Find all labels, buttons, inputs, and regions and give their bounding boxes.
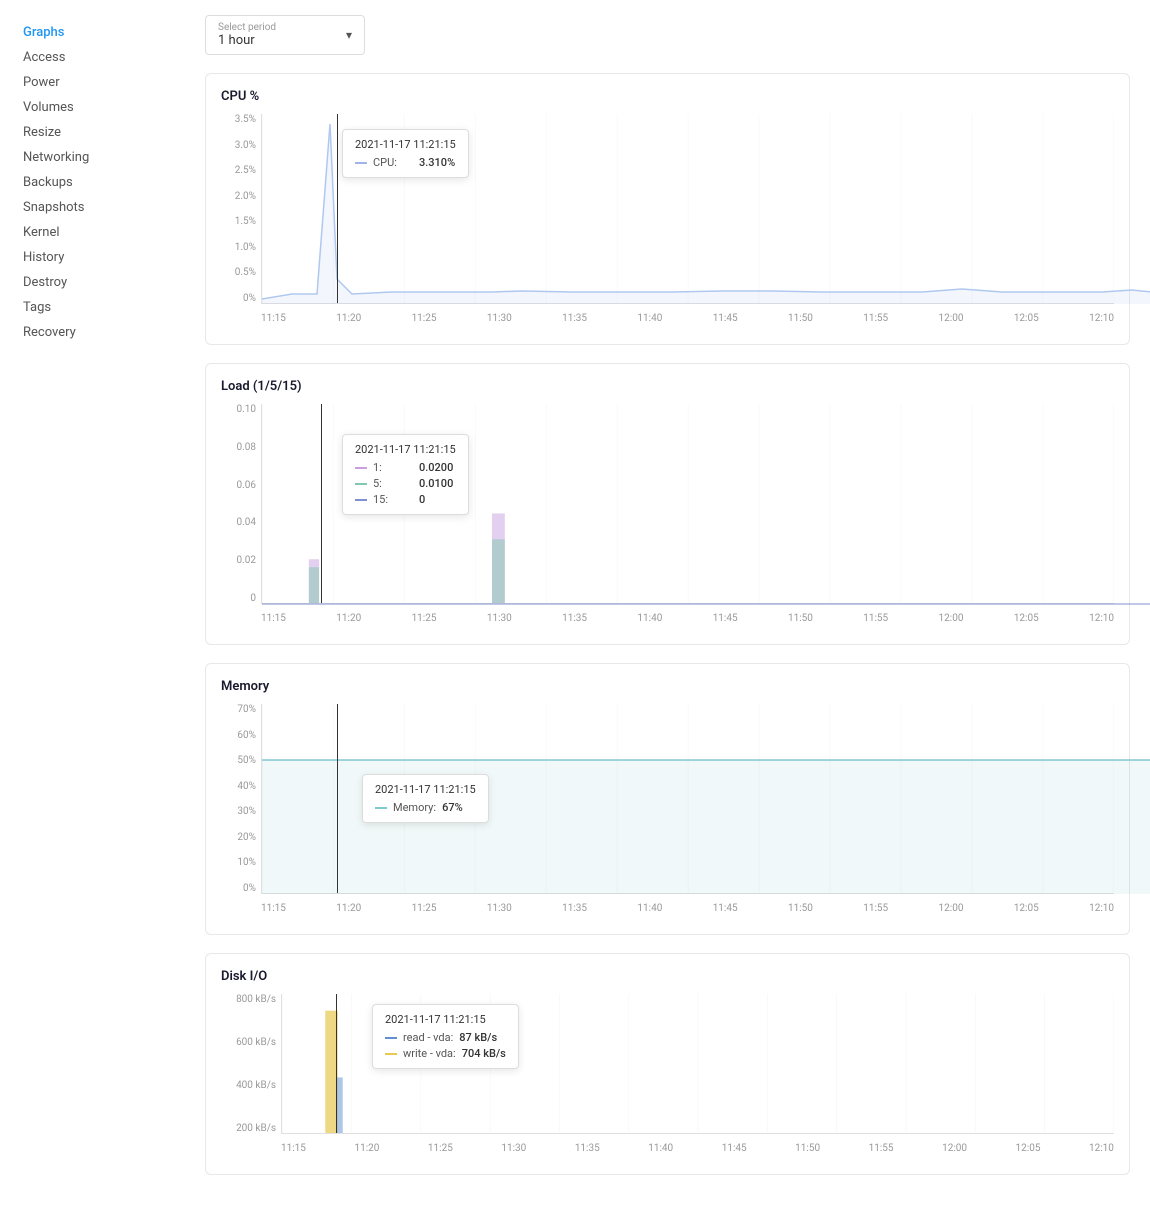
memory-tooltip-value: 67% xyxy=(442,801,463,814)
memory-tooltip: 2021-11-17 11:21:15 Memory: 67% xyxy=(362,774,489,823)
cpu-chart-body: 2021-11-17 11:21:15 CPU: 3.310% xyxy=(261,114,1114,304)
chevron-down-icon: ▾ xyxy=(346,28,352,42)
disk-chart-body: 2021-11-17 11:21:15 read - vda: 87 kB/s … xyxy=(281,994,1114,1134)
disk-chart-title: Disk I/O xyxy=(221,969,1114,984)
sidebar-item-backups[interactable]: Backups xyxy=(15,170,170,195)
memory-chart-card: Memory 70% 60% 50% 40% 30% 20% 10% 0% xyxy=(205,663,1130,935)
period-label: Select period xyxy=(218,22,346,33)
memory-chart-body: 2021-11-17 11:21:15 Memory: 67% xyxy=(261,704,1114,894)
memory-chart-area: 70% 60% 50% 40% 30% 20% 10% 0% xyxy=(221,704,1114,924)
load-x-axis: 11:15 11:20 11:25 11:30 11:35 11:40 11:4… xyxy=(261,609,1114,634)
load-tooltip-time: 2021-11-17 11:21:15 xyxy=(355,443,456,456)
cpu-y-axis: 3.5% 3.0% 2.5% 2.0% 1.5% 1.0% 0.5% 0% xyxy=(221,114,261,304)
disk-tooltip-row-read: read - vda: 87 kB/s xyxy=(385,1031,506,1044)
load-chart-area: 0.10 0.08 0.06 0.04 0.02 0 xyxy=(221,404,1114,634)
sidebar-item-snapshots[interactable]: Snapshots xyxy=(15,195,170,220)
load-tooltip-row-2: 15: 0 xyxy=(355,493,456,506)
memory-tooltip-row-0: Memory: 67% xyxy=(375,801,476,814)
disk-read-dot xyxy=(385,1037,397,1039)
sidebar-item-graphs[interactable]: Graphs xyxy=(15,20,170,45)
load-chart-body: 2021-11-17 11:21:15 1: 0.0200 5: 0.0100 xyxy=(261,404,1114,604)
disk-tooltip-row-write: write - vda: 704 kB/s xyxy=(385,1047,506,1060)
period-selector[interactable]: Select period 1 hour ▾ xyxy=(205,15,365,55)
disk-y-axis: 800 kB/s 600 kB/s 400 kB/s 200 kB/s xyxy=(221,994,281,1134)
memory-y-axis: 70% 60% 50% 40% 30% 20% 10% 0% xyxy=(221,704,261,894)
cpu-vertical-line xyxy=(337,114,338,303)
disk-x-axis: 11:15 11:20 11:25 11:30 11:35 11:40 11:4… xyxy=(281,1139,1114,1164)
cpu-chart-title: CPU % xyxy=(221,89,1114,104)
load-tooltip-row-0: 1: 0.0200 xyxy=(355,461,456,474)
memory-legend-dot xyxy=(375,807,387,809)
sidebar-item-destroy[interactable]: Destroy xyxy=(15,270,170,295)
main-content: Select period 1 hour ▾ CPU % 3.5% 3.0% 2… xyxy=(185,0,1150,1208)
load-chart-title: Load (1/5/15) xyxy=(221,379,1114,394)
cpu-tooltip-value: 3.310% xyxy=(419,156,455,169)
cpu-chart-area: 3.5% 3.0% 2.5% 2.0% 1.5% 1.0% 0.5% 0% xyxy=(221,114,1114,334)
sidebar: GraphsAccessPowerVolumesResizeNetworking… xyxy=(0,0,185,1208)
period-value: 1 hour xyxy=(218,33,255,48)
sidebar-item-networking[interactable]: Networking xyxy=(15,145,170,170)
sidebar-item-power[interactable]: Power xyxy=(15,70,170,95)
memory-chart-title: Memory xyxy=(221,679,1114,694)
load-chart-card: Load (1/5/15) 0.10 0.08 0.06 0.04 0.02 0 xyxy=(205,363,1130,645)
disk-write-value: 704 kB/s xyxy=(462,1047,506,1060)
sidebar-item-volumes[interactable]: Volumes xyxy=(15,95,170,120)
disk-read-value: 87 kB/s xyxy=(459,1031,497,1044)
memory-tooltip-time: 2021-11-17 11:21:15 xyxy=(375,783,476,796)
load-tooltip: 2021-11-17 11:21:15 1: 0.0200 5: 0.0100 xyxy=(342,434,469,515)
disk-write-label: write - vda: xyxy=(403,1047,456,1060)
load-tooltip-label-15: 15: xyxy=(373,493,413,506)
load-tooltip-value-15: 0 xyxy=(419,493,425,506)
cpu-tooltip-label: CPU: xyxy=(373,156,413,169)
cpu-chart-card: CPU % 3.5% 3.0% 2.5% 2.0% 1.5% 1.0% 0.5%… xyxy=(205,73,1130,345)
sidebar-item-access[interactable]: Access xyxy=(15,45,170,70)
sidebar-item-history[interactable]: History xyxy=(15,245,170,270)
load-tooltip-value-1: 0.0200 xyxy=(419,461,453,474)
load-y-axis: 0.10 0.08 0.06 0.04 0.02 0 xyxy=(221,404,261,604)
cpu-tooltip-row-0: CPU: 3.310% xyxy=(355,156,456,169)
load-legend-5-dot xyxy=(355,483,367,485)
load-tooltip-value-5: 0.0100 xyxy=(419,477,453,490)
disk-chart-card: Disk I/O 800 kB/s 600 kB/s 400 kB/s 200 … xyxy=(205,953,1130,1175)
cpu-legend-dot xyxy=(355,162,367,164)
disk-tooltip-time: 2021-11-17 11:21:15 xyxy=(385,1013,506,1026)
sidebar-item-tags[interactable]: Tags xyxy=(15,295,170,320)
load-tooltip-label-5: 5: xyxy=(373,477,413,490)
disk-tooltip: 2021-11-17 11:21:15 read - vda: 87 kB/s … xyxy=(372,1004,519,1069)
memory-vertical-line xyxy=(337,704,338,893)
sidebar-item-resize[interactable]: Resize xyxy=(15,120,170,145)
load-legend-15-dot xyxy=(355,499,367,501)
disk-vertical-line xyxy=(336,994,337,1133)
cpu-x-axis: 11:15 11:20 11:25 11:30 11:35 11:40 11:4… xyxy=(261,309,1114,334)
load-tooltip-row-1: 5: 0.0100 xyxy=(355,477,456,490)
disk-read-label: read - vda: xyxy=(403,1031,453,1044)
memory-tooltip-label: Memory: xyxy=(393,801,436,814)
sidebar-item-kernel[interactable]: Kernel xyxy=(15,220,170,245)
cpu-tooltip: 2021-11-17 11:21:15 CPU: 3.310% xyxy=(342,129,469,178)
load-vertical-line xyxy=(321,404,322,603)
load-tooltip-label-1: 1: xyxy=(373,461,413,474)
memory-x-axis: 11:15 11:20 11:25 11:30 11:35 11:40 11:4… xyxy=(261,899,1114,924)
load-legend-1-dot xyxy=(355,467,367,469)
sidebar-item-recovery[interactable]: Recovery xyxy=(15,320,170,345)
cpu-tooltip-time: 2021-11-17 11:21:15 xyxy=(355,138,456,151)
disk-chart-area: 800 kB/s 600 kB/s 400 kB/s 200 kB/s xyxy=(221,994,1114,1164)
disk-write-dot xyxy=(385,1053,397,1055)
